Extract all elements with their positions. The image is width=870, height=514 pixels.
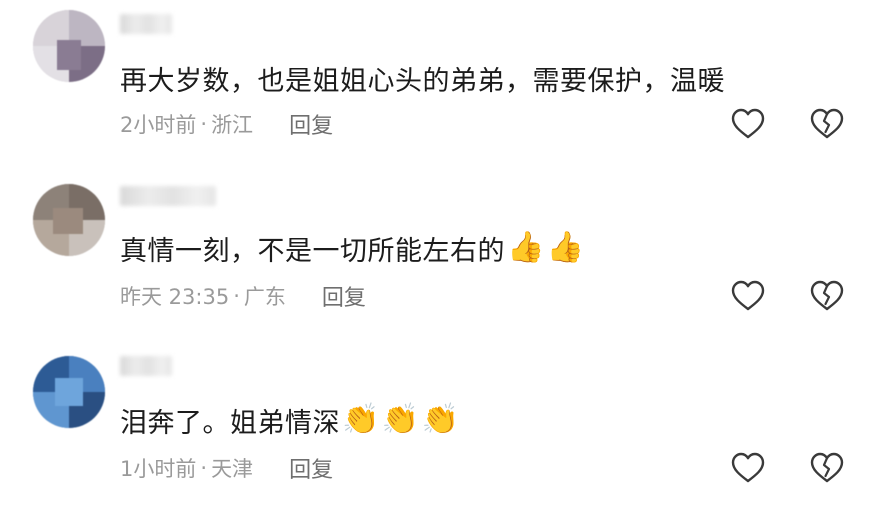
username-blurred[interactable] [120, 14, 172, 34]
comment-text: 真情一刻，不是一切所能左右的 👍 👍 [120, 228, 585, 268]
comment-item: 再大岁数，也是姐姐心头的弟弟，需要保护，温暖 2小时前 · 浙江 回复 [0, 0, 870, 170]
comment-time: 昨天 23:35 [120, 285, 230, 309]
comment-location: 广东 [243, 285, 286, 309]
heart-outline-icon [731, 108, 765, 139]
meta-separator: · [200, 112, 208, 136]
comment-meta: 1小时前 · 天津 回复 [120, 452, 333, 484]
broken-heart-icon [810, 452, 844, 483]
avatar[interactable] [33, 184, 105, 256]
comment-text: 再大岁数，也是姐姐心头的弟弟，需要保护，温暖 [120, 58, 725, 98]
comment-item: 真情一刻，不是一切所能左右的 👍 👍 昨天 23:35 · 广东 回复 [0, 172, 870, 342]
username-blurred[interactable] [120, 356, 172, 376]
comment-meta: 2小时前 · 浙江 回复 [120, 108, 333, 140]
avatar[interactable] [33, 10, 105, 82]
comment-text-content: 泪奔了。姐弟情深 [120, 407, 340, 439]
username-blurred[interactable] [120, 186, 216, 206]
comment-text: 泪奔了。姐弟情深 👏 👏 👏 [120, 400, 460, 440]
comment-text-content: 再大岁数，也是姐姐心头的弟弟，需要保护，温暖 [120, 65, 725, 97]
comment-time: 2小时前 [120, 113, 197, 137]
clapping-hands-emoji: 👏 [381, 402, 420, 437]
meta-separator: · [200, 456, 208, 480]
broken-heart-icon [810, 280, 844, 311]
broken-heart-icon [810, 108, 844, 139]
comment-item: 泪奔了。姐弟情深 👏 👏 👏 1小时前 · 天津 回复 [0, 344, 870, 514]
heart-outline-icon [731, 452, 765, 483]
comment-location: 浙江 [211, 113, 254, 137]
dislike-button[interactable] [809, 278, 845, 314]
comment-time: 1小时前 [120, 457, 197, 481]
clapping-hands-emoji: 👏 [342, 402, 380, 437]
reply-button[interactable]: 回复 [289, 452, 333, 484]
dislike-button[interactable] [809, 106, 845, 142]
heart-outline-icon [731, 280, 765, 311]
clapping-hands-emoji: 👏 [421, 402, 460, 437]
like-button[interactable] [730, 106, 766, 142]
thumbs-up-emoji: 👍 [546, 230, 585, 265]
comment-location: 天津 [211, 457, 254, 481]
comment-text-content: 真情一刻，不是一切所能左右的 [120, 235, 505, 267]
comment-meta: 昨天 23:35 · 广东 回复 [120, 280, 366, 312]
thumbs-up-emoji: 👍 [507, 230, 545, 265]
meta-separator: · [233, 284, 240, 308]
reply-button[interactable]: 回复 [289, 108, 333, 140]
avatar[interactable] [33, 356, 105, 428]
like-button[interactable] [730, 278, 766, 314]
reply-button[interactable]: 回复 [322, 280, 366, 312]
dislike-button[interactable] [809, 450, 845, 486]
like-button[interactable] [730, 450, 766, 486]
